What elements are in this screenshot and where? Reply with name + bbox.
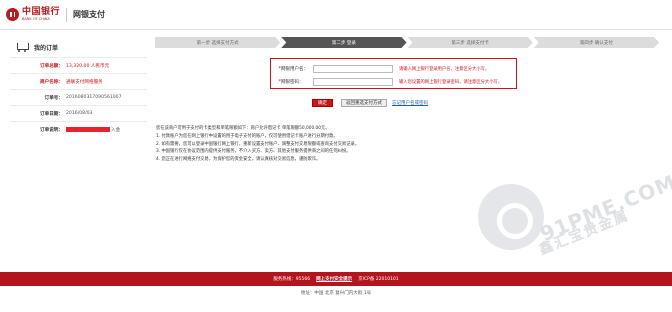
step-select-card: 第三步 选择支付卡 [407, 37, 533, 48]
footer-address: 地址：中国 北京 复兴门内大街 1号 [300, 291, 372, 296]
password-hint: 输入您设置的网上银行登录密码，请注意区分大小写。 [399, 79, 503, 85]
order-heading: 我的订单 [10, 37, 147, 57]
back-to-methods-button[interactable]: 返回重选支付方式 [341, 99, 387, 107]
required-marker: * [278, 78, 282, 85]
service-hotline: 服务热线：95566 [273, 277, 311, 282]
notice-line: 3. 中国银行仅在协议范围内提供支付服务，不介入买方、卖方、其他支付服务提供商之… [156, 149, 351, 155]
order-date-row: 订单日期： 2016/08/03 [10, 105, 147, 121]
order-number-label: 订单号： [44, 95, 63, 101]
site-watermark: 91PME.COM 鑫汇宝贵金属 [478, 170, 672, 273]
page-header: 中国银行 BANK OF CHINA 网银支付 [0, 0, 672, 30]
shopping-cart-icon [16, 42, 29, 52]
boc-logo-icon [6, 8, 19, 21]
username-input[interactable] [313, 64, 393, 73]
order-description-label: 订单说明： [40, 127, 63, 133]
required-marker: * [278, 65, 282, 72]
page-title: 网银支付 [73, 10, 106, 19]
order-summary-panel: 我的订单 订单总额： 13,320.00 人民币元 商户名称： 通联支付网络服务… [10, 37, 147, 185]
order-description-row: 订单说明： 入金 [10, 121, 147, 137]
order-number-value: 2016080317090561007 [66, 95, 122, 100]
confirm-button[interactable]: 确定 [312, 99, 333, 107]
order-date-label: 订单日期： [40, 111, 63, 117]
header-divider [66, 7, 68, 22]
order-total-label: 订单总额： [40, 63, 63, 69]
step-login: 第二步 登录 [281, 37, 407, 48]
password-row: * 网银密码： 输入您设置的网上银行登录密码，请注意区分大小写。 [271, 77, 518, 86]
bank-logo[interactable]: 中国银行 BANK OF CHINA 网银支付 [6, 7, 105, 22]
forgot-credentials-link[interactable]: 忘记用户名或密码 [392, 100, 428, 106]
order-description-text: 入金 [111, 127, 121, 133]
password-input[interactable] [313, 77, 393, 86]
redacted-block [66, 126, 110, 132]
payment-steps: 第一步 选择支付方式 第二步 登录 第三步 选择支付卡 第四步 确认支付 [155, 37, 660, 48]
order-total-value: 13,320.00 人民币元 [66, 63, 110, 69]
logo-english-name: BANK OF CHINA [22, 17, 50, 21]
merchant-label: 商户名称： [40, 79, 63, 85]
step-confirm-payment: 第四步 确认支付 [533, 37, 659, 48]
step-select-method: 第一步 选择支付方式 [155, 37, 281, 48]
login-actions: 确定 返回重选支付方式 忘记用户名或密码 [312, 99, 428, 107]
payment-notice: 您在该商户可用于支付的卡类型和单笔限额如下：商户允许借记卡 单笔限额50,000… [156, 125, 661, 164]
watermark-logo-icon [478, 184, 544, 250]
notice-line: 您在该商户可用于支付的卡类型和单笔限额如下：商户允许借记卡 单笔限额50,000… [156, 126, 330, 131]
password-label: 网银密码： [281, 79, 304, 85]
notice-line: 2. 如有需要，您可以登录中国银行网上银行，重新设置支付账户、调整支付交易限额或… [156, 141, 360, 147]
notice-line: 1. 付款账户为您在网上银行中设置的用于电子支付的账户，仅可使用借记卡账户进行分… [156, 133, 338, 139]
username-hint: 请输入网上银行登录用户名，注意区分大小写。 [399, 66, 490, 72]
merchant-row: 商户名称： 通联支付网络服务 [10, 73, 147, 89]
footer-bar: 服务热线：95566 网上支付安全提示 京ICP备 22010101 [0, 272, 672, 286]
logo-chinese-name: 中国银行 [22, 7, 61, 17]
order-number-row: 订单号： 2016080317090561007 [10, 89, 147, 105]
order-total-row: 订单总额： 13,320.00 人民币元 [10, 57, 147, 73]
username-label: 网银用户名： [281, 66, 308, 72]
username-row: * 网银用户名： 请输入网上银行登录用户名，注意区分大小写。 [271, 64, 518, 73]
icp-number: 京ICP备 22010101 [358, 277, 399, 282]
merchant-value: 通联支付网络服务 [66, 79, 103, 85]
order-title: 我的订单 [34, 44, 59, 52]
order-description-value: 入金 [66, 126, 121, 133]
security-tips-link[interactable]: 网上支付安全提示 [316, 276, 352, 282]
notice-line: 4. 您正在进行网络支付交易，为保护您的资金安全，请认真核对交易信息，谨防欺诈。 [156, 157, 321, 163]
order-date-value: 2016/08/03 [66, 111, 93, 116]
login-form: * 网银用户名： 请输入网上银行登录用户名，注意区分大小写。 * 网银密码： 输… [270, 58, 517, 89]
